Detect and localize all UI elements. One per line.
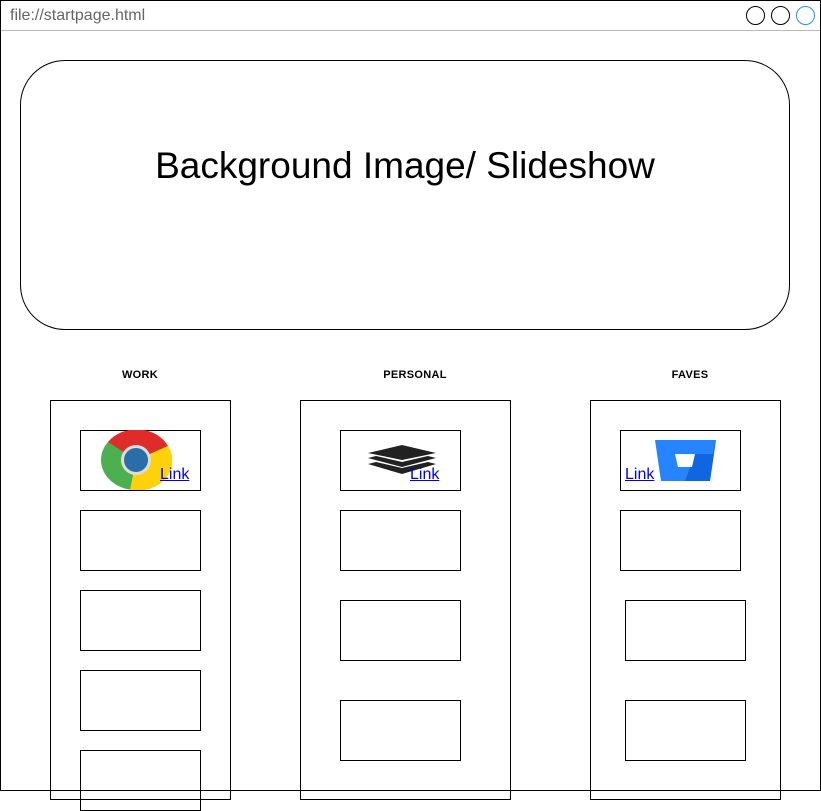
personal-heading: PERSONAL: [383, 369, 447, 381]
bitbucket-icon: [655, 440, 716, 481]
background-slideshow: Background Image/ Slideshow: [20, 60, 790, 330]
faves-link-tile-empty[interactable]: [620, 510, 741, 571]
personal-link-tile[interactable]: Link: [340, 430, 461, 491]
faves-heading: FAVES: [671, 369, 709, 381]
personal-link[interactable]: Link: [410, 466, 439, 484]
url-bar[interactable]: file://startpage.html: [10, 7, 145, 25]
faves-link-tile[interactable]: Link: [620, 430, 741, 491]
work-link[interactable]: Link: [160, 466, 189, 484]
minimize-button[interactable]: [746, 6, 765, 25]
work-link-tile-empty[interactable]: [80, 590, 201, 651]
faves-link-tile-empty[interactable]: [625, 600, 746, 661]
faves-link-tile-empty[interactable]: [625, 700, 746, 761]
work-link-tile-empty[interactable]: [80, 670, 201, 731]
personal-link-tile-empty[interactable]: [340, 510, 461, 571]
work-heading: WORK: [121, 369, 159, 381]
personal-link-tile-empty[interactable]: [340, 600, 461, 661]
work-link-tile-empty[interactable]: [80, 750, 201, 811]
title-bar: file://startpage.html: [1, 1, 820, 31]
work-link-tile-empty[interactable]: [80, 510, 201, 571]
maximize-button[interactable]: [771, 6, 790, 25]
personal-link-tile-empty[interactable]: [340, 700, 461, 761]
banner-text: Background Image/ Slideshow: [155, 145, 655, 186]
faves-link[interactable]: Link: [625, 466, 654, 484]
close-button[interactable]: [796, 6, 815, 25]
work-link-tile[interactable]: Link: [80, 430, 201, 491]
